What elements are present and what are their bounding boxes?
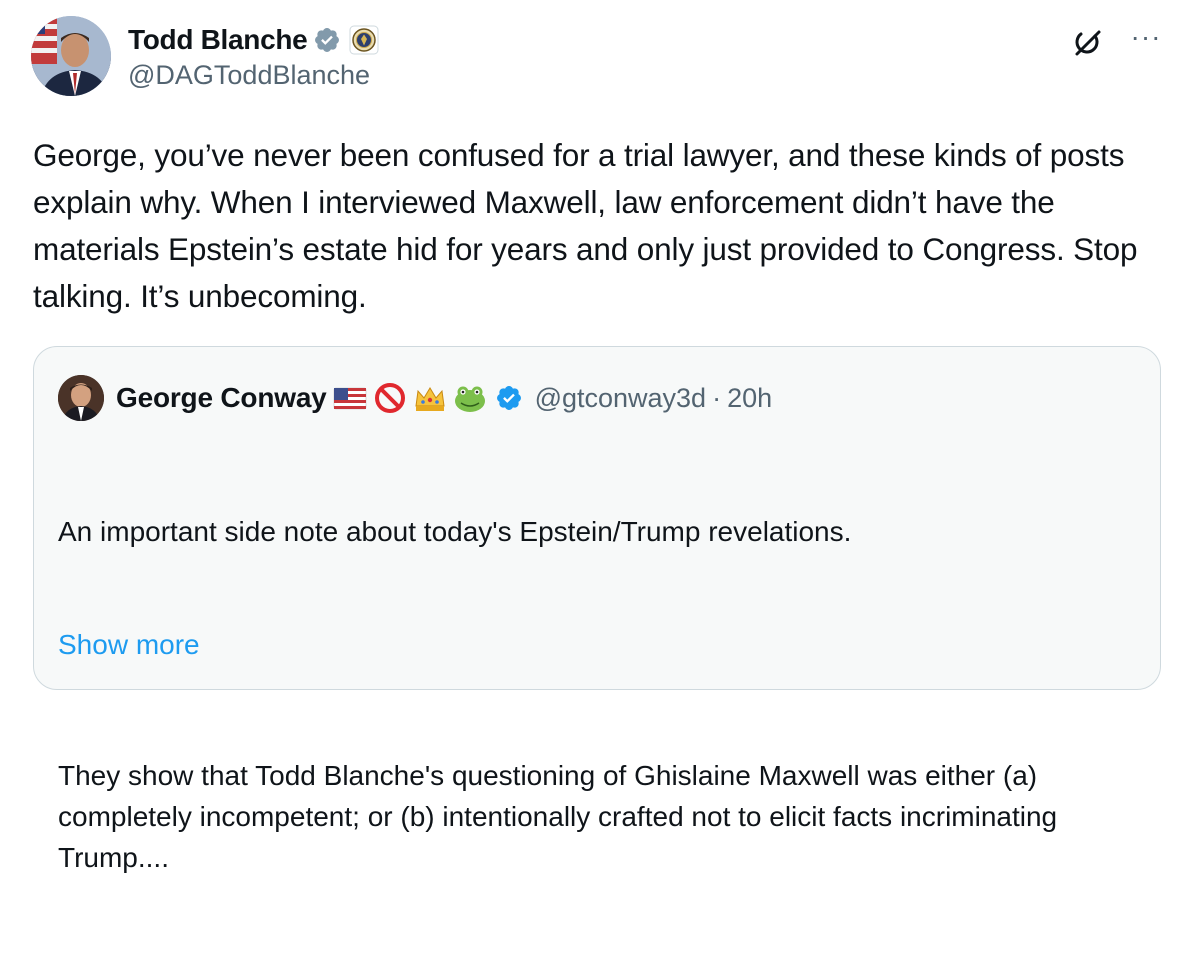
us-flag-emoji	[333, 382, 367, 414]
crown-emoji	[413, 382, 447, 414]
author-avatar[interactable]	[31, 16, 111, 96]
separator-dot: ·	[712, 382, 722, 413]
quoted-handle[interactable]: @gtconway3d	[535, 383, 707, 414]
verified-blue-icon[interactable]	[495, 384, 523, 412]
verified-gray-icon[interactable]	[313, 26, 341, 54]
quoted-text: An important side note about today's Eps…	[58, 429, 1148, 960]
grok-icon[interactable]	[1068, 22, 1108, 62]
tweet[interactable]: Todd Blanche @DAGToddBlanche ··· George,…	[0, 0, 1190, 873]
quoted-timestamp[interactable]: 20h	[727, 383, 772, 414]
quoted-display-name[interactable]: George Conway	[116, 382, 327, 414]
author-name-row: Todd Blanche	[128, 20, 379, 60]
quoted-paragraph-1: An important side note about today's Eps…	[58, 516, 852, 547]
quoted-author-avatar[interactable]	[58, 375, 104, 421]
more-options-button[interactable]: ···	[1126, 22, 1166, 62]
prohibited-emoji	[373, 382, 407, 414]
frog-emoji	[453, 382, 487, 414]
quoted-tweet[interactable]: George Conway @gtconway3d · 20h An impor…	[33, 346, 1161, 873]
quoted-paragraph-2: They show that Todd Blanche's questionin…	[58, 760, 1065, 873]
tweet-text: George, you’ve never been confused for a…	[33, 137, 1146, 314]
doj-seal-icon[interactable]	[349, 25, 379, 55]
author-display-name[interactable]: Todd Blanche	[128, 24, 308, 56]
author-handle[interactable]: @DAGToddBlanche	[128, 60, 370, 91]
show-more-link[interactable]: Show more	[58, 629, 200, 661]
quoted-header: George Conway @gtconway3d · 20h	[116, 375, 772, 421]
